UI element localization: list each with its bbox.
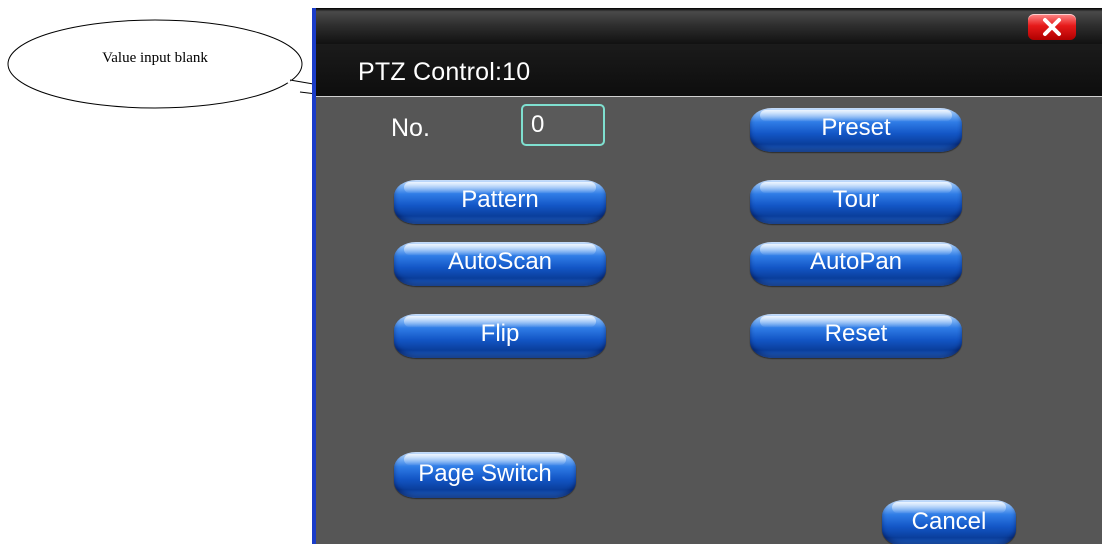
- page-switch-button-label: Page Switch: [418, 460, 552, 487]
- cancel-button-label: Cancel: [911, 508, 987, 535]
- pattern-button[interactable]: Pattern: [394, 180, 606, 224]
- flip-button[interactable]: Flip: [394, 314, 606, 358]
- tour-button-label: Tour: [832, 186, 880, 213]
- preset-button-label: Preset: [821, 114, 891, 141]
- dialog-header: PTZ Control:10: [316, 44, 1102, 97]
- reset-button-label: Reset: [824, 320, 888, 347]
- preset-number-input[interactable]: [521, 104, 605, 146]
- autoscan-button[interactable]: AutoScan: [394, 242, 606, 286]
- close-icon: [1043, 18, 1061, 36]
- dialog-titlebar: [316, 8, 1102, 44]
- ptz-control-dialog: PTZ Control:10 No. Preset Pattern Tour A…: [312, 8, 1102, 544]
- preset-number-label: No.: [391, 114, 430, 142]
- preset-button[interactable]: Preset: [750, 108, 962, 152]
- dialog-title: PTZ Control:10: [358, 58, 531, 86]
- screenshot-stage: Value input blank PTZ Control:10 No. Pre…: [0, 0, 1102, 544]
- autopan-button-label: AutoPan: [809, 248, 903, 275]
- page-switch-button[interactable]: Page Switch: [394, 452, 576, 498]
- autopan-button[interactable]: AutoPan: [750, 242, 962, 286]
- callout-label: Value input blank: [102, 50, 208, 66]
- tour-button[interactable]: Tour: [750, 180, 962, 224]
- pattern-button-label: Pattern: [461, 186, 539, 213]
- flip-button-label: Flip: [480, 320, 520, 347]
- autoscan-button-label: AutoScan: [447, 248, 553, 275]
- cancel-button[interactable]: Cancel: [882, 500, 1016, 544]
- close-button[interactable]: [1028, 14, 1076, 40]
- reset-button[interactable]: Reset: [750, 314, 962, 358]
